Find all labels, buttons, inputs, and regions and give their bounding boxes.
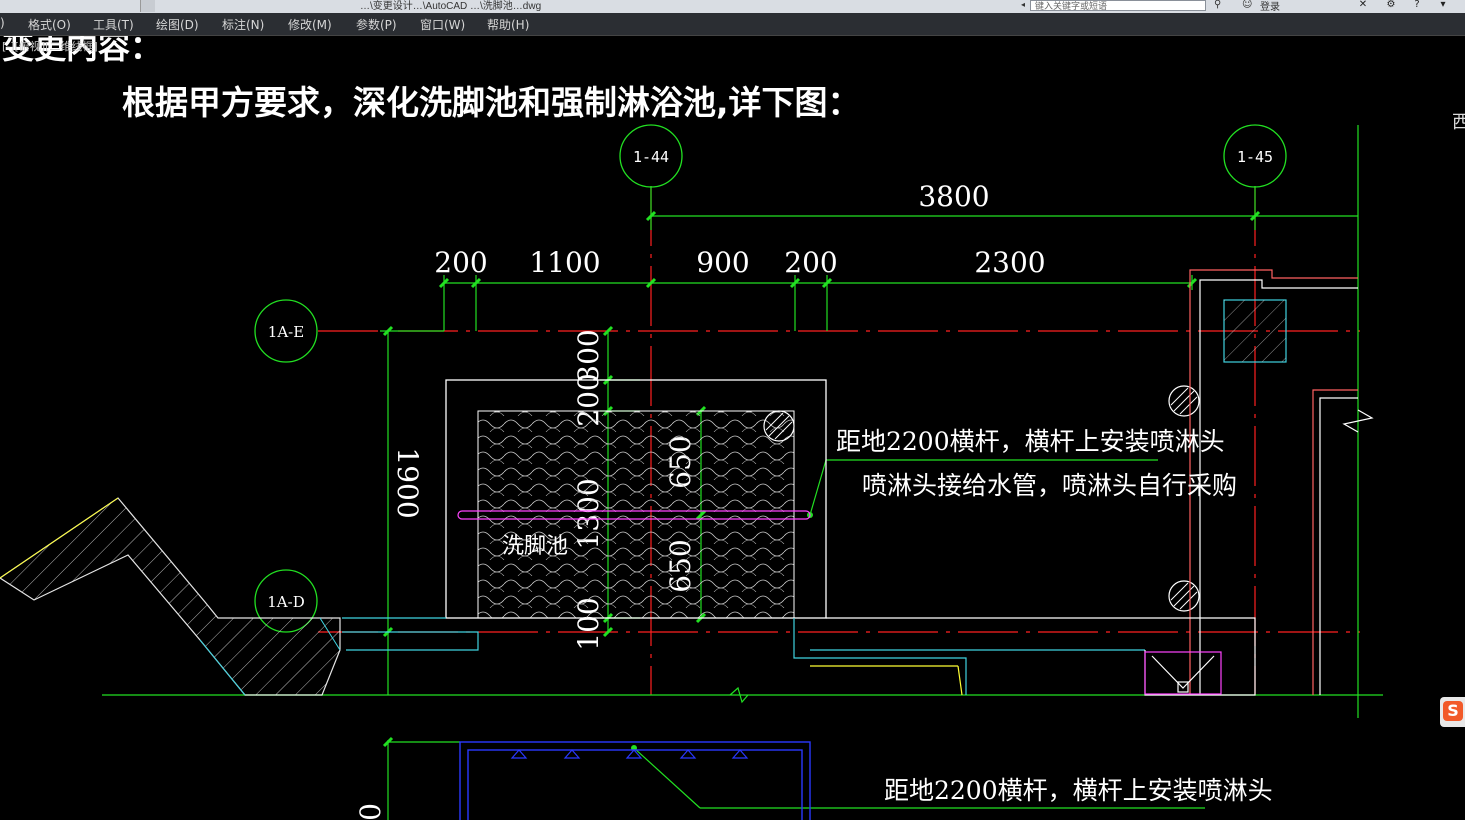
note-crossbar-lower: 距地2200横杆，横杆上安装喷淋头 [884,776,1273,805]
search-input[interactable]: 键入关键字或短语 [1030,0,1206,11]
menu-item-parametric[interactable]: 参数(P) [356,16,397,33]
dim-2300: 2300 [974,246,1045,279]
axis-bubble-1a-e: 1A-E [254,299,318,363]
exchange-icon[interactable]: ✕ [1352,0,1374,11]
column-circle-bottom [1168,580,1200,612]
menu-item-format[interactable]: 格式(O) [28,16,71,33]
dim-200-right: 200 [784,246,837,279]
dim-900: 900 [696,246,749,279]
menu-item-tools[interactable]: 工具(T) [93,16,134,33]
dim-bottom-partial: 0 [354,803,387,820]
menu-item-help[interactable]: 帮助(H) [487,16,529,33]
shower-nozzles [510,749,749,759]
binoculars-icon[interactable]: ⚲ [1214,0,1221,11]
dim-1900: 1900 [391,447,424,518]
menu-item-modify[interactable]: 修改(M) [288,16,332,33]
search-expand-icon[interactable]: ◂ [1018,0,1028,11]
drawing-canvas[interactable]: 变更内容： 根据甲方要求，深化洗脚池和强制淋浴池,详下图： 1-44 1-45 … [0,36,1465,820]
quick-access-dropdown[interactable] [140,0,155,12]
viewcube-edge[interactable]: 西 [1452,108,1465,134]
window-title-bar: …\变更设计…\AutoCAD …\洗脚池…dwg ◂ 键入关键字或短语 ⚲ ☺… [0,0,1465,13]
menu-item-draw[interactable]: 绘图(D) [156,16,199,33]
viewport-controls-label[interactable]: [-][俯视][二维线框] [2,38,98,54]
foot-pool-label: 洗脚池 [502,534,568,559]
ime-toolbar[interactable]: S [1440,697,1465,727]
window-menu-icon[interactable]: ▾ [1432,0,1454,11]
help-icon[interactable]: ? [1406,0,1428,11]
dim-1100: 1100 [529,246,600,279]
menu-item-view[interactable]: ) [0,16,5,30]
menu-item-dimension[interactable]: 标注(N) [222,16,264,33]
dim-300-vertical: 300 [572,329,605,382]
note-crossbar: 距地2200横杆，横杆上安装喷淋头 [836,427,1225,456]
axis-bubble-1-44: 1-44 [619,124,683,188]
axis-label-1a-d: 1A-D [267,593,304,611]
axis-label-1-44: 1-44 [633,148,669,166]
axis-label-1a-e: 1A-E [268,323,304,341]
menu-item-window[interactable]: 窗口(W) [420,16,465,33]
note-pipe: 喷淋头接给水管，喷淋头自行采购 [862,471,1237,500]
dim-3800: 3800 [918,180,989,213]
menu-bar: ) 格式(O) 工具(T) 绘图(D) 标注(N) 修改(M) 参数(P) 窗口… [0,13,1465,36]
login-button[interactable]: 登录 [1260,0,1280,13]
axis-label-1-45: 1-45 [1237,148,1273,166]
column-hatch [1224,300,1286,362]
dim-200-left: 200 [434,246,487,279]
axis-bubble-1-45: 1-45 [1223,124,1287,188]
exchange-apps-icon[interactable]: ⚙ [1380,0,1402,11]
sogou-icon[interactable]: S [1443,701,1463,721]
user-icon[interactable]: ☺ [1242,0,1252,11]
foot-pool-water [477,410,795,619]
column-circle-top [1168,385,1200,417]
window-title: …\变更设计…\AutoCAD …\洗脚池…dwg [360,1,542,12]
drawing-subheading: 根据甲方要求，深化洗脚池和强制淋浴池,详下图： [122,83,861,122]
